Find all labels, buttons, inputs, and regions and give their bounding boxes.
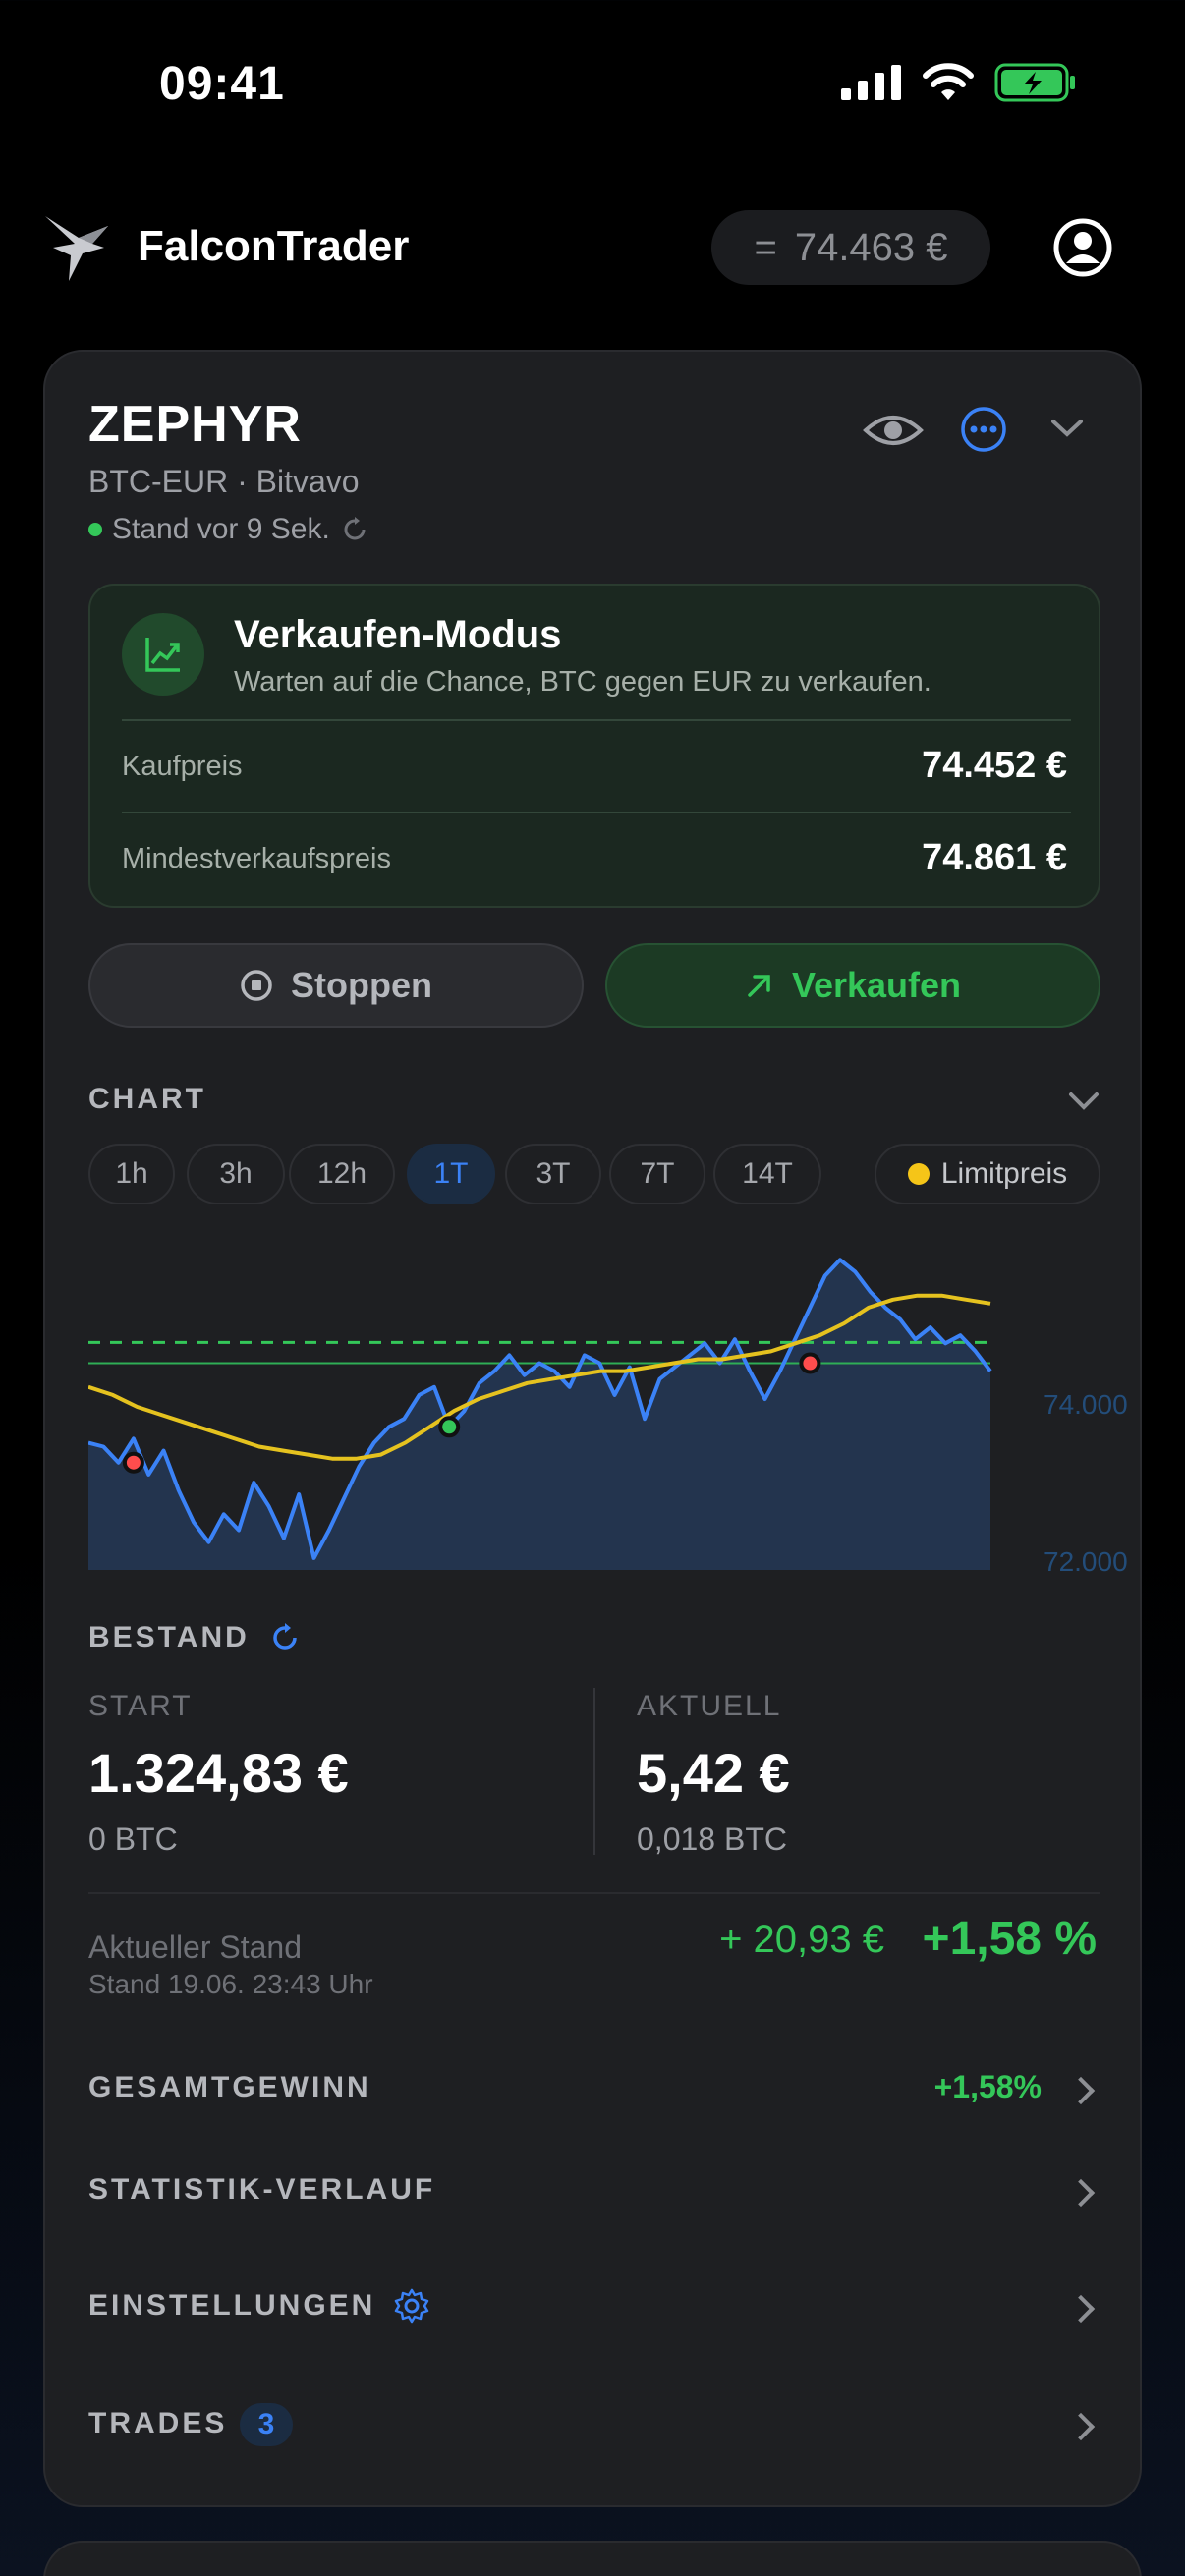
eye-icon[interactable] xyxy=(863,411,924,450)
app-title: FalconTrader xyxy=(138,222,410,270)
bot-status-text: Stand vor 9 Sek. xyxy=(112,513,330,545)
holdings-title-row: BESTAND xyxy=(88,1621,301,1654)
start-label: START xyxy=(88,1690,193,1722)
sell-button[interactable]: Verkaufen xyxy=(605,943,1100,1028)
app-header: FalconTrader = 74.463 € xyxy=(0,196,1185,305)
min-sell-value: 74.861 € xyxy=(922,837,1067,878)
current-status-label: Aktueller Stand xyxy=(88,1930,303,1965)
price-chart[interactable]: 74.000 72.000 xyxy=(87,1236,1144,1577)
bot-name: ZEPHYR xyxy=(88,396,302,453)
falcon-logo-icon xyxy=(45,216,108,281)
sell-mode-box: Verkaufen-Modus Warten auf die Chance, B… xyxy=(88,584,1100,908)
chart-section-title: CHART xyxy=(88,1083,206,1115)
start-value: 1.324,83 € xyxy=(88,1742,349,1804)
current-value: 5,42 € xyxy=(637,1742,790,1804)
sell-marker xyxy=(122,1451,144,1474)
divider xyxy=(593,1688,595,1855)
refresh-icon[interactable] xyxy=(269,1622,301,1653)
range-1t[interactable]: 1T xyxy=(407,1144,495,1204)
stop-label: Stoppen xyxy=(291,965,432,1005)
bot-card: ZEPHYR BTC-EUR · Bitvavo Stand vor 9 Sek… xyxy=(43,350,1142,2507)
balance-value: 74.463 € xyxy=(794,225,948,269)
refresh-icon[interactable] xyxy=(340,515,369,544)
chevron-right-icon xyxy=(1066,2178,1096,2208)
y-tick-label: 72.000 xyxy=(1044,1546,1128,1577)
y-tick-label: 74.000 xyxy=(1044,1389,1128,1420)
signal-icon xyxy=(841,65,901,100)
sell-marker xyxy=(799,1352,821,1374)
range-1h[interactable]: 1h xyxy=(88,1144,175,1204)
sell-label: Verkaufen xyxy=(791,965,962,1005)
gain-absolute: + 20,93 € xyxy=(719,1918,884,1961)
divider xyxy=(122,812,1071,813)
gain-percent: +1,58 % xyxy=(922,1913,1097,1965)
total-gain-row[interactable]: GESAMTGEWINN xyxy=(88,2071,371,2104)
account-icon[interactable] xyxy=(1051,216,1114,279)
current-btc: 0,018 BTC xyxy=(637,1821,787,1857)
current-label: AKTUELL xyxy=(637,1690,782,1722)
battery-icon xyxy=(994,63,1075,102)
divider xyxy=(88,1892,1100,1894)
chevron-down-icon[interactable] xyxy=(1049,417,1085,440)
buy-price-label: Kaufpreis xyxy=(122,751,243,782)
next-bot-card[interactable] xyxy=(43,2541,1142,2576)
stop-button[interactable]: Stoppen xyxy=(88,943,584,1028)
chevron-right-icon xyxy=(1066,2294,1096,2324)
holdings-title: BESTAND xyxy=(88,1621,250,1653)
stop-icon xyxy=(241,970,272,1001)
trades-count-badge: 3 xyxy=(240,2403,293,2446)
settings-row[interactable]: EINSTELLUNGEN xyxy=(88,2289,375,2323)
chevron-down-icon[interactable] xyxy=(1067,1091,1100,1112)
mode-subtitle: Warten auf die Chance, BTC gegen EUR zu … xyxy=(234,666,931,698)
divider xyxy=(122,719,1071,721)
wifi-icon xyxy=(923,63,974,100)
min-sell-label: Mindestverkaufspreis xyxy=(122,843,391,874)
range-14t[interactable]: 14T xyxy=(713,1144,821,1204)
limit-label: Limitpreis xyxy=(940,1157,1068,1190)
trades-row[interactable]: TRADES xyxy=(88,2407,227,2440)
gear-icon xyxy=(394,2288,429,2324)
range-7t[interactable]: 7T xyxy=(609,1144,705,1204)
arrow-up-right-icon xyxy=(748,975,770,997)
chevron-right-icon xyxy=(1066,2076,1096,2105)
chevron-right-icon xyxy=(1066,2412,1096,2441)
status-icons xyxy=(841,63,1077,102)
bot-pair: BTC-EUR · Bitvavo xyxy=(88,464,360,499)
price-area xyxy=(88,1260,990,1570)
live-dot xyxy=(88,523,102,536)
mode-title: Verkaufen-Modus xyxy=(234,613,562,656)
balance-pill[interactable]: = 74.463 € xyxy=(711,210,990,285)
range-3h[interactable]: 3h xyxy=(187,1144,285,1204)
limit-price-toggle[interactable]: Limitpreis xyxy=(875,1144,1100,1204)
range-3t[interactable]: 3T xyxy=(505,1144,601,1204)
price-chart-svg xyxy=(87,1258,992,1570)
buy-marker xyxy=(438,1416,461,1438)
total-gain-value: +1,58% xyxy=(933,2069,1042,2104)
trend-up-icon xyxy=(122,613,204,696)
history-row[interactable]: STATISTIK-VERLAUF xyxy=(88,2173,435,2207)
more-icon[interactable] xyxy=(959,405,1008,454)
balance-prefix: = xyxy=(754,225,777,269)
current-status-date: Stand 19.06. 23:43 Uhr xyxy=(88,1969,373,1999)
bot-status: Stand vor 9 Sek. xyxy=(88,513,369,546)
buy-price-value: 74.452 € xyxy=(922,745,1067,786)
range-12h[interactable]: 12h xyxy=(289,1144,395,1204)
status-bar: 09:41 xyxy=(0,0,1185,177)
status-time: 09:41 xyxy=(159,58,285,110)
start-btc: 0 BTC xyxy=(88,1821,178,1857)
limit-dot xyxy=(907,1163,930,1185)
